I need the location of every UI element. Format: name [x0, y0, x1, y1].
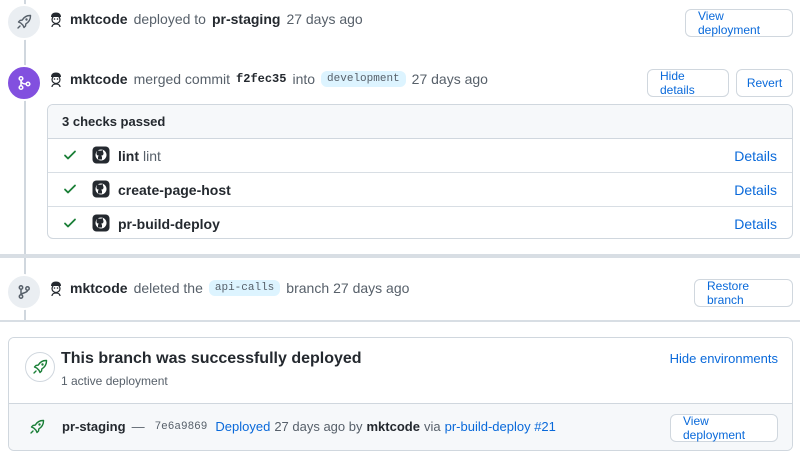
check-description: lint — [143, 147, 161, 164]
event-suffix: branch — [286, 280, 330, 296]
checks-header: 3 checks passed — [48, 105, 792, 139]
rocket-icon — [33, 359, 48, 374]
github-actions-icon — [92, 180, 110, 198]
commit-sha[interactable]: 7e6a9869 — [155, 421, 208, 433]
check-row: create-page-host Details — [48, 173, 792, 207]
rocket-icon — [30, 419, 45, 434]
deployment-header: This branch was successfully deployed 1 … — [9, 338, 792, 404]
event-author[interactable]: mktcode — [70, 71, 128, 87]
revert-button[interactable]: Revert — [736, 69, 793, 97]
event-time[interactable]: 27 days ago — [412, 71, 488, 87]
details-link[interactable]: Details — [734, 216, 777, 232]
timeline-badge-deploy — [6, 4, 42, 40]
git-branch-icon — [18, 285, 30, 299]
deployment-subtitle: 1 active deployment — [61, 374, 168, 388]
check-name: pr-build-deploy — [118, 215, 220, 232]
timeline-badge-branch — [6, 274, 42, 310]
check-icon — [64, 150, 76, 160]
branch-name: api-calls — [208, 280, 281, 296]
commit-sha[interactable]: f2fec35 — [236, 72, 286, 86]
deployment-title: This branch was successfully deployed — [61, 350, 362, 367]
deployment-row-text: pr-staging — 7e6a9869 Deployed 27 days a… — [62, 419, 560, 434]
timeline-badge-merged — [6, 65, 42, 101]
avatar[interactable] — [48, 11, 64, 27]
timeline-separator — [0, 254, 800, 258]
deployment-row: pr-staging — 7e6a9869 Deployed 27 days a… — [9, 404, 792, 450]
restore-branch-button[interactable]: Restore branch — [694, 279, 793, 307]
github-actions-icon — [92, 214, 110, 232]
details-link[interactable]: Details — [734, 182, 777, 198]
avatar[interactable] — [48, 71, 64, 87]
workflow-run-link[interactable]: pr-build-deploy #21 — [445, 419, 556, 434]
hide-details-button[interactable]: Hide details — [647, 69, 729, 97]
hide-environments-link[interactable]: Hide environments — [670, 351, 778, 366]
checks-panel: 3 checks passed lint lint Details create-… — [47, 104, 793, 239]
event-author[interactable]: mktcode — [70, 280, 128, 296]
environment-name[interactable]: pr-staging — [212, 11, 280, 27]
view-deployment-button[interactable]: View deployment — [670, 414, 778, 442]
deployed-status-link[interactable]: Deployed — [215, 419, 270, 434]
branch-name[interactable]: development — [321, 71, 406, 87]
check-name-text: lint — [118, 147, 139, 164]
check-name: create-page-host — [118, 181, 231, 198]
deployment-panel: This branch was successfully deployed 1 … — [8, 337, 793, 451]
event-time[interactable]: 27 days ago — [286, 11, 362, 27]
event-action: deployed to — [133, 11, 206, 27]
check-icon — [64, 218, 76, 228]
avatar[interactable] — [48, 280, 64, 296]
dash-separator: — — [131, 419, 145, 434]
timeline-end-separator — [0, 320, 800, 322]
github-actions-icon — [92, 146, 110, 164]
event-into: into — [292, 71, 316, 87]
event-deleted-branch: mktcode deleted the api-calls branch 27 … — [48, 278, 411, 298]
view-deployment-button[interactable]: View deployment — [685, 9, 793, 37]
deployment-time: 27 days ago by — [274, 419, 363, 434]
details-link[interactable]: Details — [734, 148, 777, 164]
check-icon — [64, 184, 76, 194]
deployment-status-badge — [25, 352, 55, 382]
event-merged: mktcode merged commit f2fec35 into devel… — [48, 69, 490, 89]
deployment-author[interactable]: mktcode — [367, 419, 420, 434]
check-row: pr-build-deploy Details — [48, 207, 792, 238]
event-action: merged commit — [133, 71, 231, 87]
event-author[interactable]: mktcode — [70, 11, 128, 27]
event-time[interactable]: 27 days ago — [333, 280, 409, 296]
event-action: deleted the — [133, 280, 203, 296]
event-deployed: mktcode deployed to pr-staging 27 days a… — [48, 9, 365, 29]
git-merge-icon — [18, 75, 31, 91]
via-text: via — [423, 419, 441, 434]
check-row: lint lint Details — [48, 139, 792, 173]
environment-name: pr-staging — [62, 419, 126, 434]
check-name: lint lint — [118, 148, 161, 164]
rocket-icon — [17, 14, 32, 29]
